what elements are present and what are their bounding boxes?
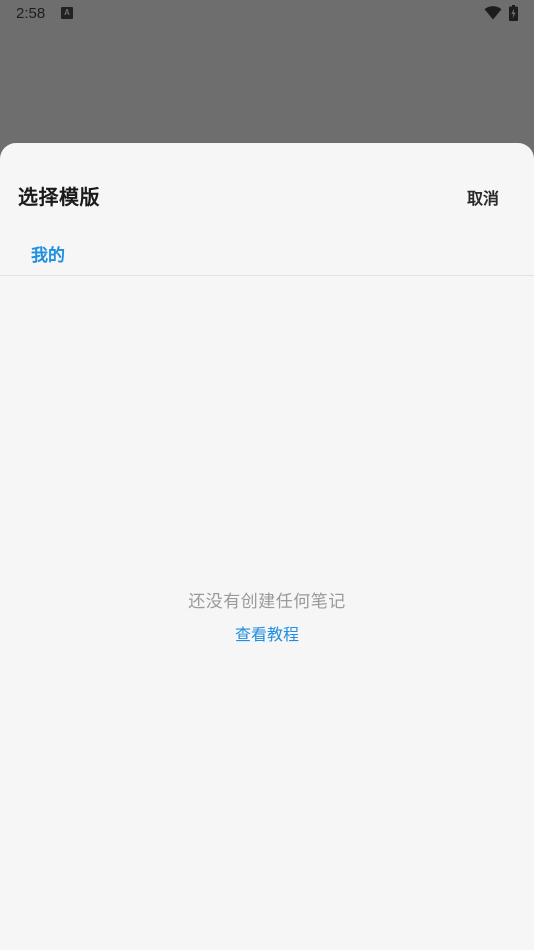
sheet-title: 选择模版 <box>18 185 100 209</box>
a-notification-icon: A <box>61 7 73 19</box>
tab-divider <box>0 275 534 276</box>
empty-state-message: 还没有创建任何笔记 <box>188 592 346 612</box>
status-time: 2:58 <box>16 5 46 22</box>
cancel-button[interactable]: 取消 <box>467 185 499 209</box>
status-bar: 2:58 A <box>0 0 534 28</box>
battery-charging-icon <box>509 5 518 21</box>
view-tutorial-link[interactable]: 查看教程 <box>235 621 299 645</box>
tab-mine[interactable]: 我的 <box>31 241 65 266</box>
wifi-icon <box>484 6 502 20</box>
empty-state: 还没有创建任何笔记 查看教程 <box>0 587 534 645</box>
notification-glyph: A <box>64 8 70 17</box>
template-picker-sheet: 选择模版 取消 我的 还没有创建任何笔记 查看教程 <box>0 143 534 950</box>
